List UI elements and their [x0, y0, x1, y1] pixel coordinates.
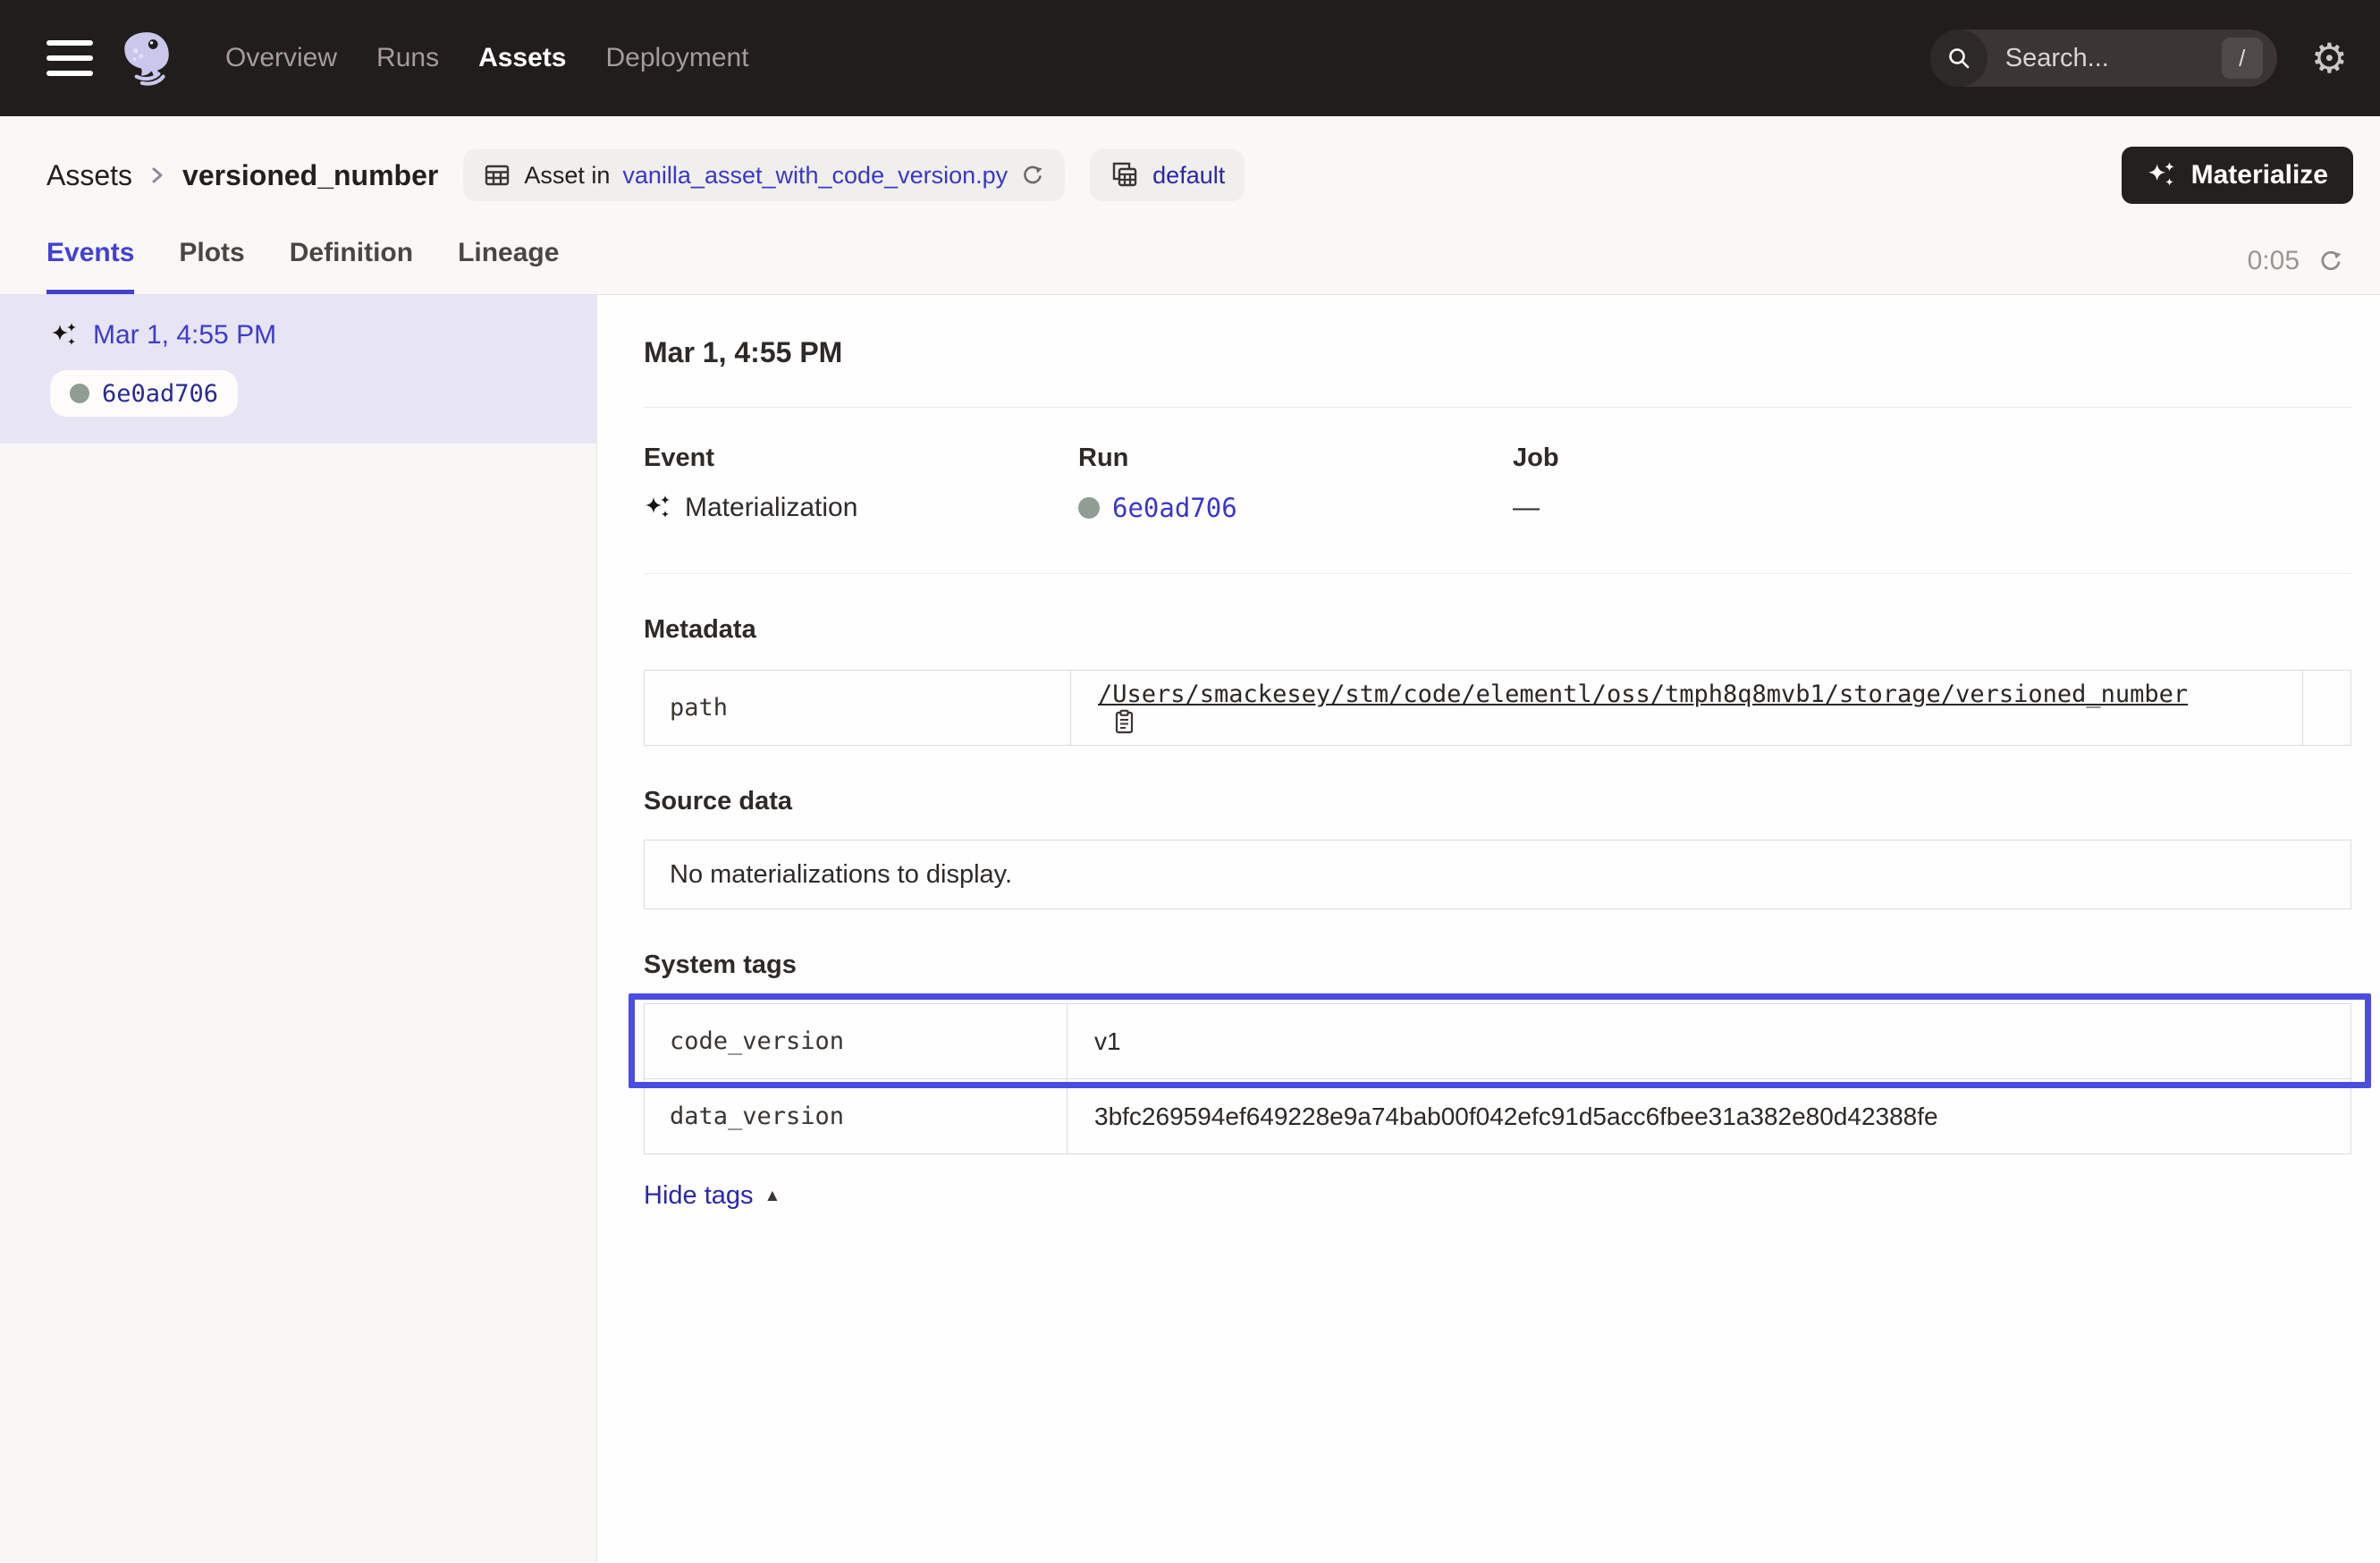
tag-value: v1	[1068, 1004, 2351, 1079]
sparkle-icon	[2147, 160, 2177, 190]
metadata-key: path	[645, 671, 1071, 746]
divider	[644, 573, 2351, 574]
job-column: Job —	[1513, 444, 1947, 523]
auto-refresh-timer: 0:05	[2248, 246, 2344, 294]
event-detail-title: Mar 1, 4:55 PM	[644, 336, 2351, 369]
materialization-sparkle-icon	[644, 494, 672, 522]
search-placeholder: Search...	[2005, 44, 2222, 73]
tab-lineage[interactable]: Lineage	[458, 238, 559, 294]
table-icon	[483, 161, 511, 190]
divider	[644, 407, 2351, 408]
run-id: 6e0ad706	[102, 380, 218, 408]
tag-key: data_version	[645, 1079, 1068, 1154]
breadcrumb-assets-link[interactable]: Assets	[46, 159, 132, 192]
run-column-header: Run	[1078, 444, 1513, 473]
source-data-empty-state: No materializations to display.	[644, 840, 2351, 909]
system-tags-table-wrap: code_version v1 data_version 3bfc269594e…	[644, 1003, 2351, 1154]
metadata-table: path /Users/smackesey/stm/code/elementl/…	[644, 670, 2351, 746]
nav-item-overview[interactable]: Overview	[225, 43, 337, 73]
materialize-button-label: Materialize	[2191, 160, 2328, 190]
nav-item-deployment[interactable]: Deployment	[605, 43, 748, 73]
table-row-data-version: data_version 3bfc269594ef649228e9a74bab0…	[645, 1079, 2351, 1154]
event-list-sidebar: Mar 1, 4:55 PM 6e0ad706	[0, 295, 597, 1562]
source-data-heading: Source data	[644, 787, 2351, 816]
tab-definition[interactable]: Definition	[290, 238, 413, 294]
materialize-button[interactable]: Materialize	[2122, 147, 2353, 204]
job-column-header: Job	[1513, 444, 1947, 473]
event-type-value: Materialization	[685, 493, 857, 523]
system-tags-table: code_version v1 data_version 3bfc269594e…	[644, 1003, 2351, 1154]
system-tags-heading: System tags	[644, 950, 2351, 980]
primary-nav: Overview Runs Assets Deployment	[225, 43, 749, 73]
hide-tags-label: Hide tags	[644, 1181, 754, 1211]
event-timestamp-link[interactable]: Mar 1, 4:55 PM	[93, 320, 276, 351]
tag-value: 3bfc269594ef649228e9a74bab00f042efc91d5a…	[1068, 1079, 2351, 1154]
table-row-code-version: code_version v1	[645, 1004, 2351, 1079]
refresh-countdown: 0:05	[2248, 246, 2300, 276]
run-id-link[interactable]: 6e0ad706	[1112, 493, 1237, 523]
run-status-dot	[70, 384, 89, 403]
event-column-header: Event	[644, 444, 1078, 473]
search-icon	[1930, 30, 1988, 87]
settings-gear-icon[interactable]: ⚙	[2311, 38, 2348, 79]
event-column: Event Materialization	[644, 444, 1078, 523]
caret-up-icon: ▲	[764, 1187, 781, 1206]
event-detail-panel: Mar 1, 4:55 PM Event Materialization Run	[597, 295, 2380, 1562]
reload-icon[interactable]	[1020, 163, 1045, 188]
asset-in-label: Asset in	[524, 162, 610, 190]
search-shortcut-key: /	[2222, 38, 2263, 79]
run-status-dot	[1078, 497, 1100, 519]
materialization-sparkle-icon	[50, 321, 79, 350]
code-location-icon	[1110, 160, 1140, 190]
metadata-heading: Metadata	[644, 615, 2351, 645]
copy-clipboard-icon[interactable]	[1110, 708, 1137, 735]
event-summary-columns: Event Materialization Run 6e0ad706	[644, 444, 2351, 523]
code-location-link[interactable]: default	[1152, 162, 1225, 190]
breadcrumb: Assets versioned_number Asset in vanilla…	[0, 116, 2380, 202]
dagster-logo-icon[interactable]	[116, 29, 175, 88]
nav-item-assets[interactable]: Assets	[478, 43, 566, 73]
tag-key: code_version	[645, 1004, 1068, 1079]
table-row: path /Users/smackesey/stm/code/elementl/…	[645, 671, 2351, 746]
top-navigation-bar: Overview Runs Assets Deployment Search..…	[0, 0, 2380, 116]
tab-events[interactable]: Events	[46, 238, 134, 294]
breadcrumb-chevron-icon	[148, 163, 166, 188]
code-location-badge: default	[1090, 149, 1245, 201]
asset-page-header: Assets versioned_number Asset in vanilla…	[0, 116, 2380, 295]
empty-message: No materializations to display.	[670, 860, 1012, 890]
event-run-badge[interactable]: 6e0ad706	[50, 370, 238, 417]
job-value: —	[1513, 493, 1540, 523]
run-column: Run 6e0ad706	[1078, 444, 1513, 523]
page-title: versioned_number	[182, 159, 438, 192]
search-input[interactable]: Search... /	[1930, 30, 2277, 87]
metadata-path-link[interactable]: /Users/smackesey/stm/code/elementl/oss/t…	[1098, 680, 2188, 708]
asset-definition-badge: Asset in vanilla_asset_with_code_version…	[463, 149, 1065, 201]
hide-tags-link[interactable]: Hide tags ▲	[644, 1181, 781, 1211]
event-list-item-selected[interactable]: Mar 1, 4:55 PM 6e0ad706	[0, 295, 596, 444]
hamburger-menu-icon[interactable]	[46, 40, 93, 76]
nav-item-runs[interactable]: Runs	[376, 43, 439, 73]
table-gutter	[2303, 671, 2351, 746]
asset-file-link[interactable]: vanilla_asset_with_code_version.py	[622, 162, 1008, 190]
refresh-icon[interactable]	[2317, 248, 2344, 275]
tab-plots[interactable]: Plots	[179, 238, 244, 294]
asset-tabs: Events Plots Definition Lineage 0:05	[0, 202, 2380, 295]
